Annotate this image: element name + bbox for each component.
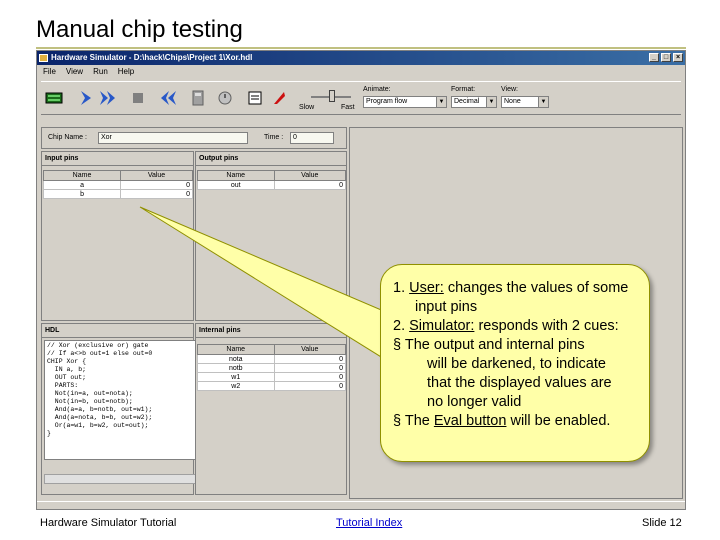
eval-button-mention: Eval button <box>433 413 507 429</box>
tutorial-index-link[interactable]: Tutorial Index <box>336 517 402 529</box>
bullet-icon: § <box>393 337 402 353</box>
bullet-icon: § <box>393 413 402 429</box>
slide: Manual chip testing Hardware Simulator -… <box>0 0 720 540</box>
simulator-label: Simulator: <box>409 318 475 334</box>
user-label: User: <box>409 280 444 296</box>
footer-left: Hardware Simulator Tutorial <box>40 517 177 529</box>
slide-number: Slide 12 <box>642 517 682 529</box>
callout-bubble: 1. User: changes the values of some inpu… <box>380 264 650 462</box>
